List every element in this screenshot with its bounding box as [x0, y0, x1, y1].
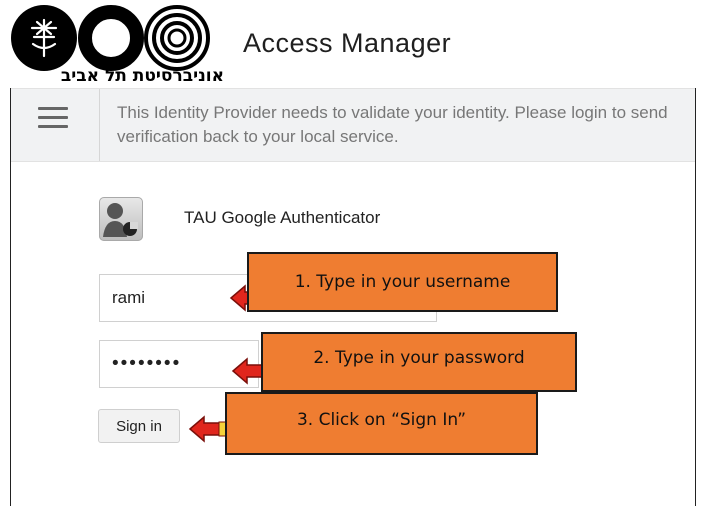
sign-in-button[interactable]: Sign in	[98, 409, 180, 443]
hamburger-menu-icon[interactable]	[38, 107, 68, 129]
authenticator-name: TAU Google Authenticator	[184, 208, 381, 227]
step3-arrow-icon	[188, 415, 228, 443]
logo-caption: אוניברסיטת תל אביב	[60, 66, 224, 86]
authenticator-icon	[99, 197, 143, 241]
info-bar: This Identity Provider needs to validate…	[11, 88, 695, 162]
info-message: This Identity Provider needs to validate…	[117, 101, 695, 149]
step2-callout: 2. Type in your password	[261, 332, 577, 392]
app-title: Access Manager	[243, 28, 452, 58]
step3-callout: 3. Click on “Sign In”	[225, 392, 538, 455]
info-line-1: This Identity Provider needs to validate…	[117, 103, 668, 122]
info-divider	[99, 89, 100, 161]
info-line-2: verification back to your local service.	[117, 127, 399, 146]
step1-callout: 1. Type in your username	[247, 252, 558, 312]
header: אוניברסיטת תל אביב Access Manager	[0, 0, 696, 88]
